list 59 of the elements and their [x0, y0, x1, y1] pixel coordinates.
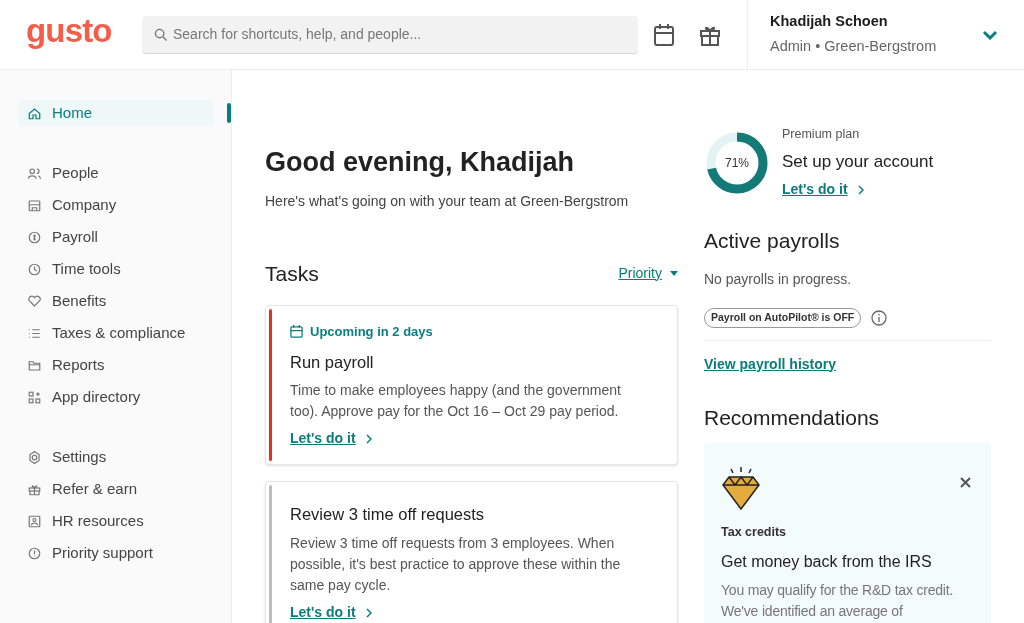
task-title: Review 3 time off requests: [290, 504, 486, 526]
search-field[interactable]: Search for shortcuts, help, and people...: [142, 15, 638, 54]
due-label: Upcoming in 2 days: [310, 323, 433, 341]
sidebar-item[interactable]: Payroll: [18, 224, 213, 250]
clock-icon: [27, 261, 42, 277]
chevron-right-icon: [365, 607, 372, 618]
user-name: Khadijah Schoen: [770, 12, 889, 32]
sidebar-item[interactable]: App directory: [18, 384, 213, 410]
card-category: Tax credits: [721, 524, 788, 541]
sidebar-item[interactable]: Taxes & compliance: [18, 320, 213, 346]
payroll-status: No payrolls in progress.: [704, 269, 853, 289]
calendar-icon: [290, 325, 303, 339]
sort-dropdown[interactable]: Priority: [618, 262, 678, 284]
task-description: Time to make employees happy (and the government too). Approve pay for the Oct 16 – Oct 29 pay period.: [290, 381, 622, 422]
apps-icon: [27, 389, 42, 405]
task-link[interactable]: Let's do it: [290, 602, 372, 623]
card-title: Get money back from the IRS: [721, 551, 933, 572]
exclamation-circle-icon: [27, 545, 42, 561]
payroll-history-link[interactable]: View payroll history: [704, 355, 836, 372]
sidebar-item[interactable]: Priority support: [18, 540, 213, 566]
dollar-coin-icon: [27, 229, 42, 245]
section-title: Active payrolls: [704, 228, 841, 255]
user-role: Admin • Green-Bergstrom: [770, 37, 938, 56]
task-link[interactable]: Let's do it: [290, 428, 372, 450]
setup-title: Set up your account: [782, 150, 934, 173]
sidebar-item[interactable]: Refer & earn: [18, 476, 213, 502]
greeting-title: Good evening, Khadijah: [265, 146, 576, 179]
progress-percent: 71%: [725, 157, 749, 170]
info-icon[interactable]: [871, 309, 888, 326]
sidebar-item[interactable]: Time tools: [18, 256, 213, 282]
caret-icon: [670, 270, 678, 276]
sidebar-item[interactable]: Benefits: [18, 288, 213, 314]
selection-indicator: [227, 103, 231, 123]
section-title: Recommendations: [704, 404, 881, 431]
plan-label: Premium plan: [782, 126, 861, 143]
id-card-icon: [27, 513, 42, 529]
sidebar-item[interactable]: Home: [18, 100, 213, 126]
home-icon: [27, 105, 42, 121]
sidebar-item[interactable]: Settings: [18, 444, 213, 470]
calendar-icon[interactable]: [653, 22, 675, 47]
people-icon: [27, 165, 42, 181]
sidebar-item[interactable]: People: [18, 160, 213, 186]
tasks-title: Tasks: [265, 260, 319, 287]
setup-link[interactable]: Let's do it: [782, 179, 864, 201]
sidebar-item[interactable]: HR resources: [18, 508, 213, 534]
card-description: You may qualify for the R&D tax credit. We've identified an average of: [721, 580, 955, 621]
chevron-right-icon: [365, 433, 372, 444]
sidebar-item[interactable]: Company: [18, 192, 213, 218]
greeting-subtitle: Here's what's going on with your team at Green-Bergstrom: [265, 191, 630, 211]
task-title: Run payroll: [290, 351, 375, 373]
search-icon: [154, 27, 168, 42]
building-icon: [27, 197, 42, 213]
close-icon[interactable]: [960, 477, 971, 488]
task-description: Review 3 time off requests from 3 employees. When possible, it's best practice to approve these within the same pay cycle.: [290, 534, 622, 595]
chevron-down-icon[interactable]: [982, 29, 998, 40]
sidebar-item[interactable]: Reports: [18, 352, 213, 378]
heart-icon: [27, 293, 42, 309]
chevron-right-icon: [857, 184, 864, 195]
settings-icon: [27, 449, 42, 465]
